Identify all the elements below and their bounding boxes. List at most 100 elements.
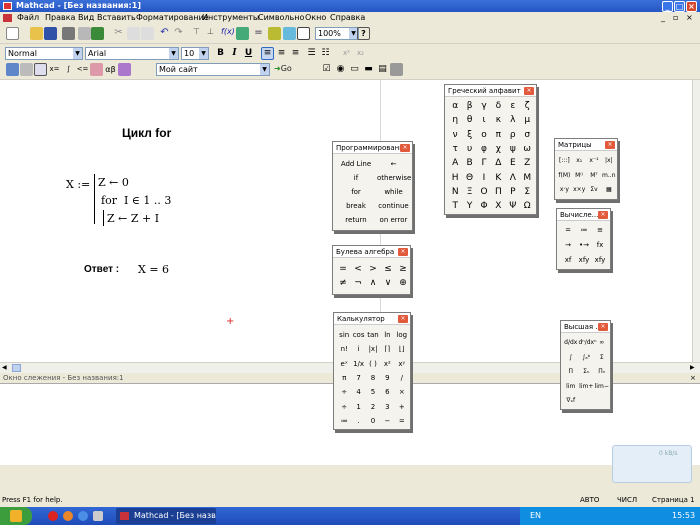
taskbar-mathcad-button[interactable]: Mathcad - [Без назв... [116, 508, 216, 524]
return-button[interactable]: return [337, 214, 375, 227]
calc-button-3[interactable]: ln [380, 329, 394, 342]
close-icon[interactable]: × [598, 323, 608, 331]
calc-button-11[interactable]: 1/x [351, 358, 365, 371]
underline-button[interactable]: U [242, 47, 255, 60]
calc2-button-5[interactable]: Σ [594, 351, 610, 364]
greek-button-4[interactable]: ε [506, 100, 520, 113]
start-button[interactable] [0, 507, 32, 525]
superscript-icon[interactable]: x₂ [354, 47, 367, 60]
calc-button-0[interactable]: sin [337, 329, 351, 342]
greek-button-24[interactable]: Α [448, 157, 462, 170]
greek-button-17[interactable]: σ [520, 129, 534, 142]
eval-button-8[interactable]: xfy [592, 254, 608, 267]
calculate-icon[interactable]: = [252, 27, 265, 40]
cut-icon[interactable]: ✂ [112, 27, 125, 40]
greek-button-42[interactable]: Τ [448, 200, 462, 213]
calc-button-6[interactable]: i [351, 343, 365, 356]
matrix-toolbar-icon[interactable] [34, 63, 47, 76]
calc2-button-0[interactable]: d/dx [563, 336, 579, 349]
calc-button-30[interactable]: ≔ [337, 415, 351, 428]
boolean-toolbar-icon[interactable]: <= [76, 63, 89, 76]
eval-button-6[interactable]: xf [560, 254, 576, 267]
listbox-icon[interactable] [390, 63, 403, 76]
numbering-icon[interactable]: ☷ [319, 47, 332, 60]
greek-button-0[interactable]: α [448, 100, 462, 113]
bool-not-equal-button[interactable]: ≠ [336, 277, 350, 290]
calc-button-25[interactable]: ÷ [337, 401, 351, 414]
calc-button-5[interactable]: n! [337, 343, 351, 356]
calc2-button-2[interactable]: ∞ [594, 336, 610, 349]
bool-and-button[interactable]: ∧ [366, 277, 380, 290]
insert-component-icon[interactable] [297, 27, 310, 40]
resource-center-icon[interactable] [268, 27, 281, 40]
calculator-toolbar-icon[interactable] [6, 63, 19, 76]
worksheet-heading[interactable]: Цикл for [122, 126, 171, 140]
local-assign-button[interactable]: ← [377, 158, 410, 171]
matrix-button-6[interactable]: Mᵀ [587, 169, 602, 182]
greek-button-44[interactable]: Φ [477, 200, 491, 213]
greek-button-11[interactable]: μ [520, 114, 534, 127]
matrix-button-4[interactable]: f(M) [557, 169, 572, 182]
align-down-icon[interactable]: ⊥ [204, 27, 217, 40]
doc-restore-button[interactable]: ▫ [673, 12, 678, 24]
calc-button-28[interactable]: 3 [380, 401, 394, 414]
ie-icon[interactable] [78, 511, 88, 521]
greek-button-25[interactable]: Β [462, 157, 476, 170]
menu-file[interactable]: Файл [17, 12, 39, 24]
bool-or-button[interactable]: ∨ [381, 277, 395, 290]
calc2-button-1[interactable]: dⁿ/dxⁿ [579, 336, 597, 349]
textbox-icon[interactable]: ▤ [376, 63, 389, 76]
eval-button-1[interactable]: ≔ [576, 224, 592, 237]
calc-button-13[interactable]: x² [380, 358, 394, 371]
greek-button-39[interactable]: Π [491, 186, 505, 199]
calc-button-17[interactable]: 8 [366, 372, 380, 385]
greek-button-30[interactable]: Η [448, 172, 462, 185]
greek-button-27[interactable]: Δ [491, 157, 505, 170]
calc-button-31[interactable]: . [351, 415, 365, 428]
menu-edit[interactable]: Правка [45, 12, 75, 24]
greek-button-15[interactable]: π [491, 129, 505, 142]
bool-equal-button[interactable]: = [336, 263, 350, 276]
program-line-2[interactable]: for I ∈ 1 .. 3 [101, 194, 171, 207]
calc2-button-9[interactable]: lim [563, 380, 579, 393]
desktop-icon[interactable] [93, 511, 103, 521]
continue-button[interactable]: continue [377, 200, 410, 213]
close-icon[interactable]: × [400, 144, 410, 152]
greek-button-1[interactable]: β [462, 100, 476, 113]
new-icon[interactable] [6, 27, 19, 40]
align-left-icon[interactable]: ≡ [261, 47, 274, 60]
document-icon[interactable] [3, 14, 12, 22]
eval-button-5[interactable]: fx [592, 239, 608, 252]
menu-help[interactable]: Справка [330, 12, 365, 24]
greek-button-10[interactable]: λ [506, 114, 520, 127]
align-right-icon[interactable]: ≡ [289, 47, 302, 60]
doc-close-button[interactable]: × [686, 12, 693, 24]
calc-button-10[interactable]: eˣ [337, 358, 351, 371]
opera-icon[interactable] [48, 511, 58, 521]
style-select[interactable]: Normal ▼ [5, 47, 83, 60]
close-button[interactable]: × [686, 1, 697, 12]
greek-button-38[interactable]: Ο [477, 186, 491, 199]
calc-button-33[interactable]: − [380, 415, 394, 428]
redo-icon[interactable]: ↷ [172, 27, 185, 40]
greek-button-47[interactable]: Ω [520, 200, 534, 213]
calc-button-20[interactable]: ÷ [337, 386, 351, 399]
menu-format[interactable]: Форматирование [136, 12, 209, 24]
calc-button-7[interactable]: |x| [366, 343, 380, 356]
calc2-button-10[interactable]: lim+ [579, 380, 595, 393]
greek-button-34[interactable]: Λ [506, 172, 520, 185]
scroll-right-icon[interactable]: ▶ [690, 364, 695, 371]
scroll-thumb[interactable] [12, 364, 21, 372]
matrix-button-0[interactable]: [:::] [557, 154, 572, 167]
matrix-button-9[interactable]: x×y [572, 183, 587, 196]
website-select[interactable]: Мой сайт ▼ [156, 63, 270, 76]
close-icon[interactable]: × [605, 141, 615, 149]
greek-button-2[interactable]: γ [477, 100, 491, 113]
answer-result[interactable]: X = 6 [138, 263, 169, 276]
on-error-button[interactable]: on error [377, 214, 410, 227]
greek-button-20[interactable]: φ [477, 143, 491, 156]
save-icon[interactable] [44, 27, 57, 40]
bullets-icon[interactable]: ☰ [305, 47, 318, 60]
calc-button-26[interactable]: 1 [351, 401, 365, 414]
italic-button[interactable]: I [228, 47, 241, 60]
